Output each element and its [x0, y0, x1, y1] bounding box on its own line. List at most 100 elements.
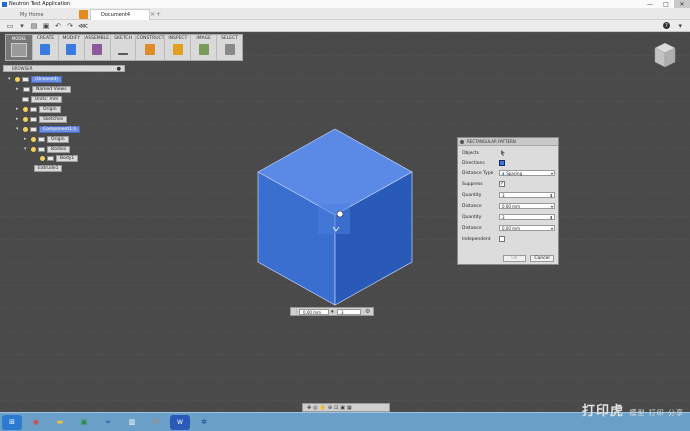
grid-settings-icon[interactable]: ▦	[347, 405, 352, 411]
open-icon[interactable]: ▤	[30, 22, 38, 30]
quantity1-input[interactable]: 3 ⬍	[499, 192, 555, 198]
viewport-canvas[interactable]	[0, 32, 690, 412]
expand-arrow-icon[interactable]: ▾	[8, 76, 12, 82]
workspace-mode-button[interactable]: MODEL	[6, 35, 32, 60]
orbit-icon[interactable]: ✥	[307, 405, 311, 411]
paint-icon[interactable]: ✎	[146, 415, 166, 430]
help-icon[interactable]: ▾	[678, 22, 682, 30]
visibility-bulb-icon[interactable]	[31, 146, 36, 152]
dropdown-icon[interactable]: ▾	[18, 22, 26, 30]
viewcube[interactable]	[654, 42, 676, 68]
maximize-button[interactable]: □	[658, 0, 674, 8]
independent-checkbox[interactable]	[499, 236, 505, 242]
dialog-title-bar[interactable]: RECTANGULAR PATTERN	[458, 138, 558, 146]
visibility-bulb-icon[interactable]	[23, 126, 28, 132]
suppress-checkbox[interactable]: ✓	[499, 181, 505, 187]
ribbon-image[interactable]: IMAGE	[190, 35, 216, 60]
tree-item-sketches[interactable]: ▸ Sketches	[16, 115, 68, 123]
explorer-icon[interactable]: ▬	[50, 415, 70, 430]
tab-my-home[interactable]: My Home	[20, 10, 70, 20]
close-button[interactable]: ✕	[674, 0, 690, 8]
visibility-bulb-icon[interactable]	[40, 155, 45, 161]
tab-close-icon[interactable]: ×	[150, 11, 155, 18]
redo-icon[interactable]: ↷	[66, 22, 74, 30]
new-tab-icon[interactable]: +	[156, 11, 161, 18]
tree-item-origin-2[interactable]: ▸ Origin	[24, 135, 69, 143]
share-icon[interactable]: ⋘	[78, 22, 88, 30]
save-icon[interactable]: ▣	[42, 22, 50, 30]
visibility-bulb-icon[interactable]	[23, 116, 28, 122]
minimize-button[interactable]: —	[642, 0, 658, 8]
display-settings-icon[interactable]: ▣	[340, 405, 345, 411]
modify-icon	[66, 44, 77, 55]
app-icon-link[interactable]: ∞	[98, 415, 118, 430]
expand-arrow-icon[interactable]: ▾	[16, 126, 20, 132]
app-icon-bars[interactable]: ▥	[122, 415, 142, 430]
pin-icon[interactable]: ●	[117, 66, 121, 72]
app-icon-green[interactable]: ▣	[74, 415, 94, 430]
expand-arrow-icon[interactable]: ▸	[24, 136, 28, 142]
undo-icon[interactable]: ↶	[54, 22, 62, 30]
navigation-bar: ✥ ◎ ✋ ⊕ ⊡ ▣ ▦	[302, 403, 390, 412]
user-icon[interactable]: ?	[663, 22, 670, 29]
tree-item-bodies[interactable]: ▾ Bodies	[24, 145, 71, 153]
tree-item-named-views[interactable]: ▸ Named Views	[16, 85, 71, 93]
tree-item-units[interactable]: Units: mm	[22, 95, 63, 103]
browser-header[interactable]: BROWSER ●	[3, 65, 125, 72]
zoom-icon[interactable]: ⊕	[328, 405, 332, 411]
visibility-bulb-icon[interactable]	[31, 136, 36, 142]
folder-icon	[23, 86, 30, 92]
objects-select-icon[interactable]	[500, 150, 506, 156]
quantity1-label: Quantity	[462, 192, 482, 198]
quantity2-input[interactable]: 3 ⬍	[499, 214, 555, 220]
tab-document[interactable]: Document4	[90, 9, 150, 20]
spinner-icon[interactable]: ⬍	[550, 193, 553, 198]
fusion-icon[interactable]: ✲	[194, 415, 214, 430]
ok-button[interactable]: OK	[503, 255, 526, 262]
directions-label: Directions	[462, 160, 485, 166]
word-icon[interactable]: W	[170, 414, 190, 430]
expand-arrow-icon[interactable]: ▾	[24, 146, 28, 152]
window-title: Neutron Test Application	[9, 1, 71, 7]
expand-arrow-icon[interactable]: ▸	[16, 116, 20, 122]
pan-icon[interactable]: ✋	[320, 405, 326, 411]
ribbon-construct[interactable]: CONSTRUCT	[135, 35, 164, 60]
ribbon-sketch[interactable]: SKETCH	[109, 35, 136, 60]
cancel-button[interactable]: Cancel	[530, 255, 554, 262]
distance-manipulator-input[interactable]: 0.00 mm	[299, 309, 329, 315]
expand-arrow-icon[interactable]: ▸	[16, 106, 20, 112]
tree-item-origin[interactable]: ▸ Origin	[16, 105, 61, 113]
distance-type-select[interactable]: ▮ Spacing ▾	[499, 170, 555, 176]
settings-gear-icon[interactable]: ⚙	[365, 308, 370, 315]
distance2-input[interactable]: 0.00 mm ▾	[499, 225, 555, 231]
distance-input-bar: ⋮ 0.00 mm ▾ 3 ⚙	[290, 307, 374, 316]
distance1-input[interactable]: 0.00 mm ▾	[499, 203, 555, 209]
ribbon-assemble[interactable]: ASSEMBLE	[83, 35, 110, 60]
file-menu-icon[interactable]: ▭	[6, 22, 14, 30]
tree-item-root[interactable]: ▾ (Unsaved)	[8, 75, 63, 83]
visibility-bulb-icon[interactable]	[23, 106, 28, 112]
start-button[interactable]: ⊞	[2, 414, 22, 430]
chevron-down-icon[interactable]: ▾	[551, 204, 553, 209]
quantity-manipulator-input[interactable]: 3	[337, 309, 361, 315]
chevron-down-icon[interactable]: ▾	[551, 226, 553, 231]
ribbon-create[interactable]: CREATE	[32, 35, 58, 60]
fit-icon[interactable]: ⊡	[334, 405, 338, 411]
assemble-icon	[92, 44, 103, 55]
tree-label: Bodies	[47, 145, 71, 153]
directions-select-icon[interactable]	[499, 160, 505, 166]
look-at-icon[interactable]: ◎	[313, 405, 317, 411]
chrome-icon[interactable]: ◉	[26, 415, 46, 430]
expand-arrow-icon[interactable]: ▸	[16, 86, 20, 92]
ribbon-inspect[interactable]: INSPECT	[164, 35, 190, 60]
tree-item-body1[interactable]: Body1	[40, 154, 79, 162]
spinner-icon[interactable]: ▾	[331, 309, 334, 315]
folder-icon	[38, 146, 45, 152]
tree-item-extrude1[interactable]: Extrude1	[34, 164, 63, 172]
visibility-bulb-icon[interactable]	[15, 76, 20, 82]
ribbon-select[interactable]: SELECT	[216, 35, 242, 60]
tree-item-component[interactable]: ▾ Component1:1	[16, 125, 81, 133]
tree-label: (Unsaved)	[31, 75, 63, 83]
ribbon-modify[interactable]: MODIFY	[57, 35, 84, 60]
spinner-icon[interactable]: ⬍	[550, 215, 553, 220]
